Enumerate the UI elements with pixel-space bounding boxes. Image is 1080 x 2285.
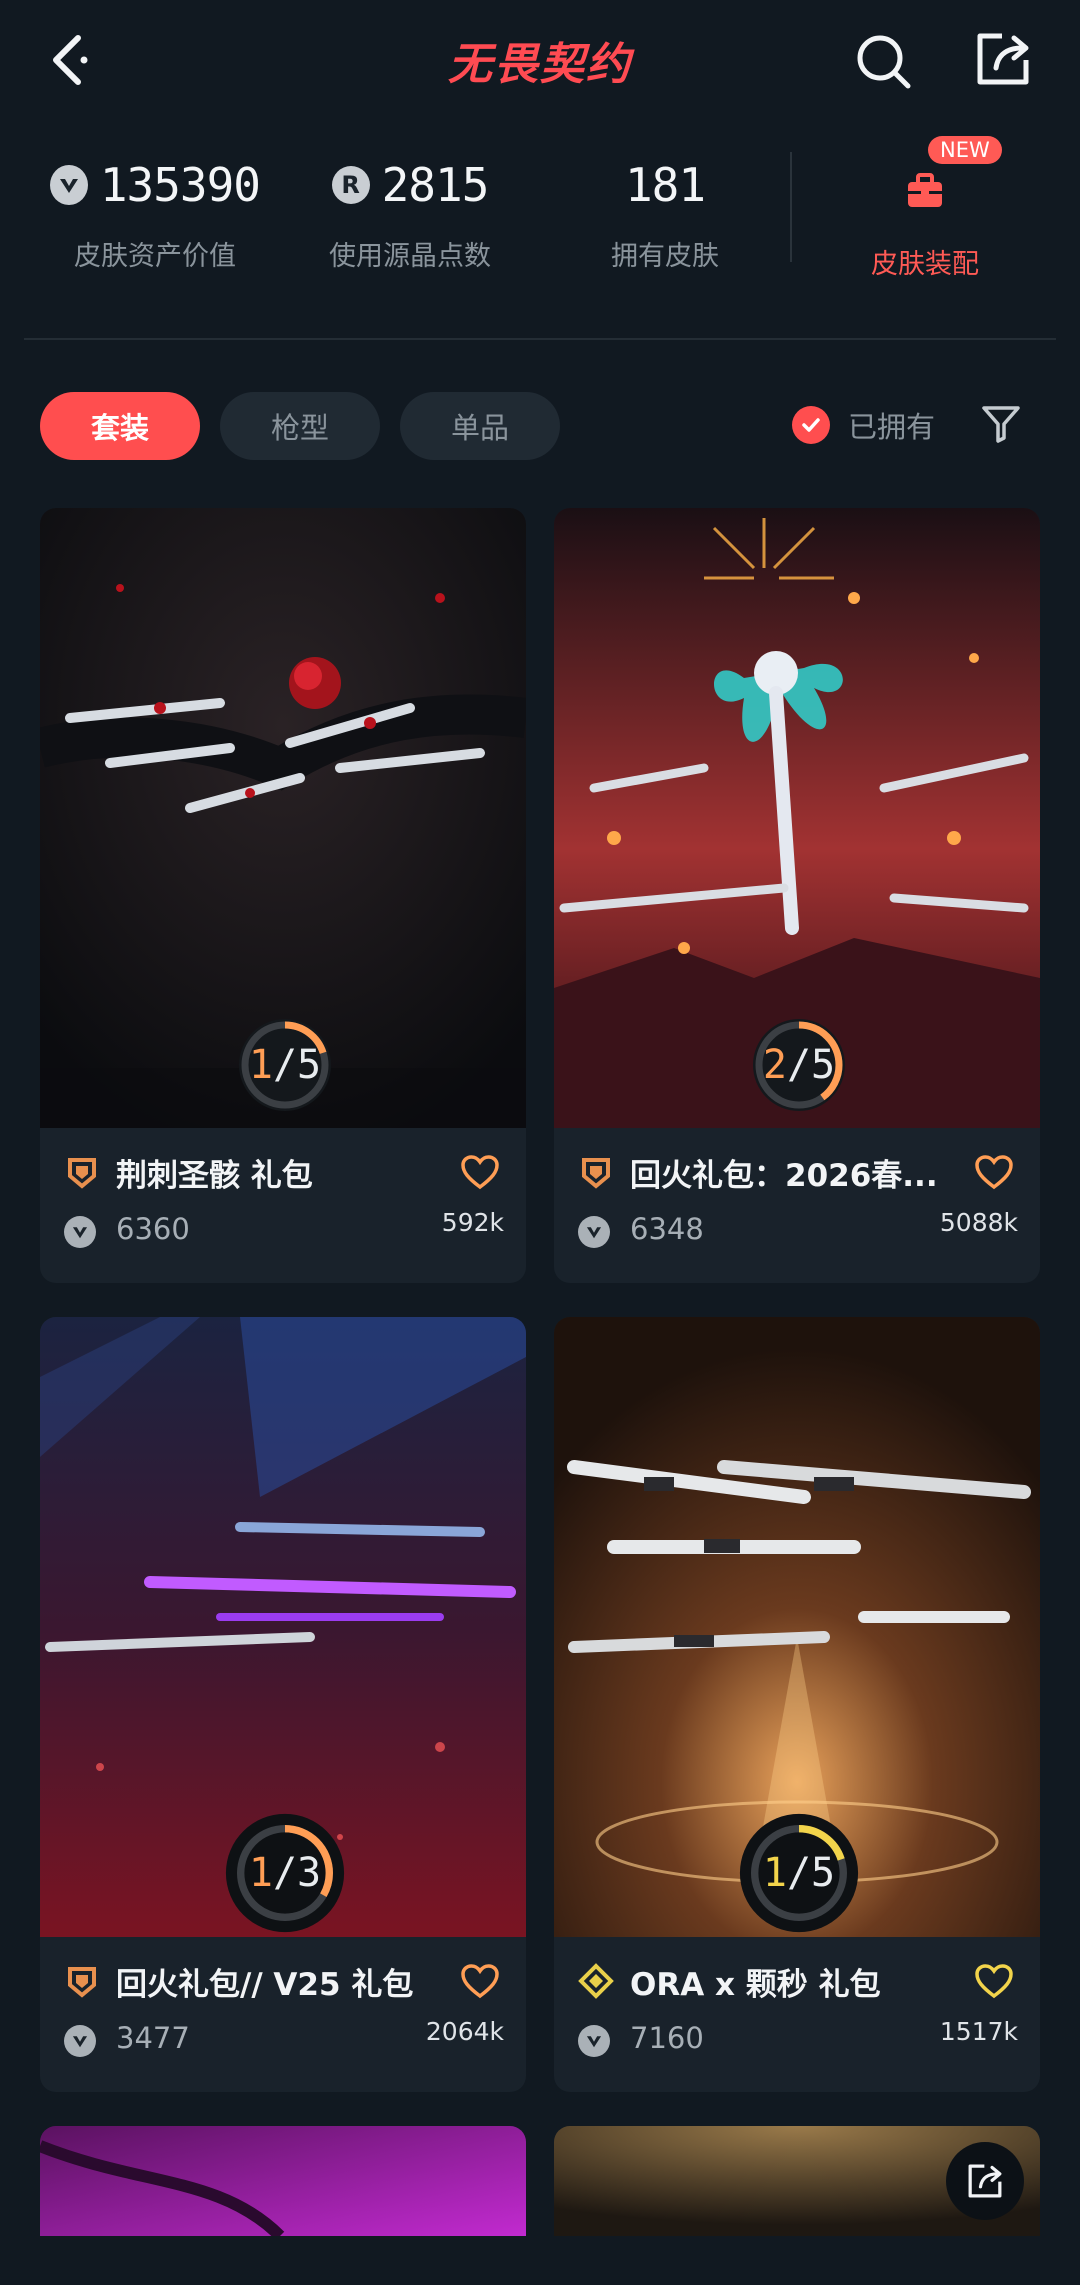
owned-skins-label: 拥有皮肤 — [611, 241, 719, 272]
tab-single-items[interactable]: 单品 — [400, 392, 560, 460]
collection-progress: 2/5 — [747, 1013, 851, 1117]
floating-share-button[interactable] — [946, 2142, 1024, 2220]
bundle-card[interactable] — [40, 2126, 526, 2236]
progress-current: 1 — [248, 1042, 273, 1088]
bundle-title: 回火礼包：2026春... — [630, 1158, 938, 1194]
briefcase-icon — [908, 173, 942, 207]
radianite-label: 使用源晶点数 — [329, 241, 491, 272]
stats-divider — [790, 152, 792, 262]
bundle-info: ORA x 颗秒 礼包 7160 1517k — [554, 1937, 1040, 2092]
owned-skins-number: 181 — [624, 158, 706, 212]
stats-bar: 135390 皮肤资产价值 R 2815 使用源晶点数 181 拥有皮肤 NEW… — [0, 136, 1080, 340]
bundle-info: 回火礼包// V25 礼包 3477 2064k — [40, 1937, 526, 2092]
filter-icon[interactable] — [980, 404, 1022, 444]
like-count: 592k — [441, 1208, 504, 1237]
top-bar: 无畏契约 — [0, 0, 1080, 130]
new-badge: NEW — [928, 136, 1002, 164]
progress-total: 5 — [811, 1850, 836, 1896]
bundle-price: 3477 — [116, 2021, 190, 2055]
progress-current: 2 — [762, 1042, 787, 1088]
like-count: 2064k — [425, 2017, 504, 2046]
owned-label: 已拥有 — [848, 410, 936, 444]
tab-weapon-types[interactable]: 枪型 — [220, 392, 380, 460]
collection-progress: 1/5 — [233, 1013, 337, 1117]
bundle-info: 荆刺圣骸 礼包 6360 592k — [40, 1128, 526, 1283]
bundle-card[interactable]: 2/5 回火礼包：2026春... 6348 5088k — [554, 508, 1040, 1283]
bundle-price: 6360 — [116, 1212, 190, 1246]
bundle-title: 荆刺圣骸 礼包 — [116, 1158, 313, 1194]
heart-icon[interactable] — [460, 1154, 500, 1190]
bundle-card[interactable]: 1/5 ORA x 颗秒 礼包 7160 1517k — [554, 1317, 1040, 2092]
valorant-points-icon — [578, 1216, 610, 1248]
owned-toggle[interactable]: 已拥有 — [792, 404, 935, 446]
like-count: 1517k — [939, 2017, 1018, 2046]
premium-tier-icon — [68, 1158, 96, 1189]
category-tabs: 套装 枪型 单品 — [40, 392, 560, 460]
search-icon[interactable] — [852, 30, 914, 92]
progress-total: 3 — [297, 1850, 322, 1896]
bundle-title: 回火礼包// V25 礼包 — [116, 1967, 414, 2003]
collection-progress: 1/3 — [221, 1809, 349, 1937]
heart-icon[interactable] — [974, 1154, 1014, 1190]
share-icon[interactable] — [972, 28, 1034, 90]
like-count: 5088k — [939, 1208, 1018, 1237]
heart-icon[interactable] — [974, 1963, 1014, 1999]
bundle-price: 6348 — [630, 1212, 704, 1246]
valorant-points-icon — [50, 165, 88, 205]
share-icon — [968, 2164, 1002, 2198]
premium-tier-icon — [68, 1967, 96, 1998]
tab-bundles[interactable]: 套装 — [40, 392, 200, 460]
skin-value-number: 135390 — [99, 158, 261, 212]
bundle-card[interactable]: 1/5 荆刺圣骸 礼包 6360 592k — [40, 508, 526, 1283]
progress-total: 5 — [811, 1042, 836, 1088]
bundle-card[interactable]: 1/3 回火礼包// V25 礼包 3477 2064k — [40, 1317, 526, 2092]
bundle-info: 回火礼包：2026春... 6348 5088k — [554, 1128, 1040, 1283]
premium-tier-icon — [582, 1158, 610, 1189]
collection-progress: 1/5 — [735, 1809, 863, 1937]
skin-loadout-label: 皮肤装配 — [871, 249, 979, 280]
radianite-stat: R 2815 使用源晶点数 — [310, 150, 510, 273]
bundle-price: 7160 — [630, 2021, 704, 2055]
progress-total: 5 — [297, 1042, 322, 1088]
app-logo: 无畏契约 — [448, 39, 632, 90]
skin-loadout-button[interactable]: NEW 皮肤装配 — [860, 136, 1002, 281]
radianite-number: 2815 — [381, 158, 490, 212]
bundle-artwork — [40, 2126, 526, 2236]
checkmark-icon — [792, 406, 830, 444]
bundle-title: ORA x 颗秒 礼包 — [630, 1967, 881, 2003]
progress-current: 1 — [248, 1850, 273, 1896]
deluxe-tier-icon — [578, 1963, 614, 1999]
valorant-points-icon — [64, 1216, 96, 1248]
owned-skins-stat: 181 拥有皮肤 — [580, 150, 750, 273]
skin-value-stat: 135390 皮肤资产价值 — [50, 150, 261, 273]
heart-icon[interactable] — [460, 1963, 500, 1999]
skin-value-label: 皮肤资产价值 — [74, 241, 236, 272]
valorant-points-icon — [578, 2025, 610, 2057]
valorant-points-icon — [64, 2025, 96, 2057]
divider — [24, 338, 1056, 340]
progress-current: 1 — [762, 1850, 787, 1896]
radianite-icon: R — [331, 166, 370, 204]
